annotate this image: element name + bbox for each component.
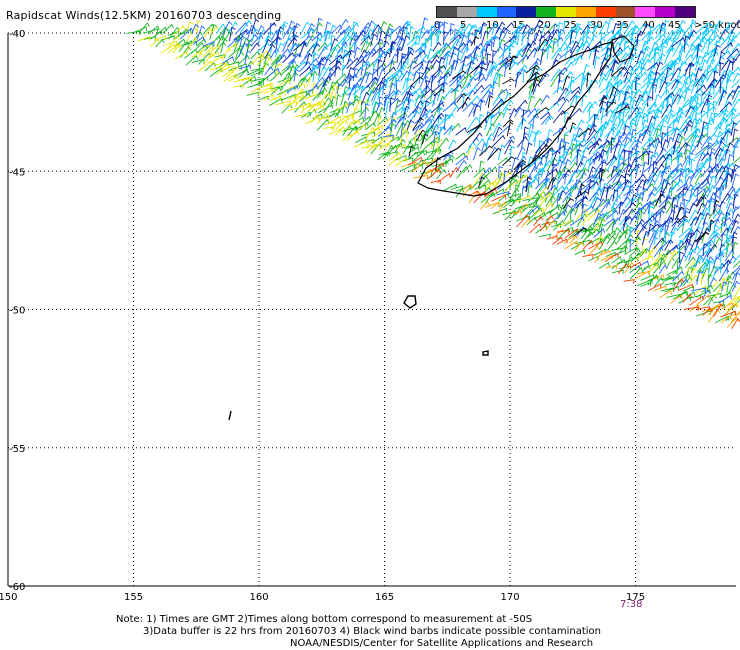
lon-tick-label: 150	[0, 592, 18, 603]
note-line-1: Note: 1) Times are GMT 2)Times along bot…	[116, 614, 533, 625]
lon-tick-label: 170	[501, 592, 520, 603]
macquarie-island	[228, 410, 232, 421]
lat-tick-label: -40	[9, 29, 25, 40]
small-island	[482, 350, 489, 356]
lon-tick-label: 160	[249, 592, 268, 603]
note-line-2: 3)Data buffer is 22 hrs from 20160703 4)…	[143, 626, 601, 637]
campbell-island	[403, 295, 417, 309]
axis-labels: 150 155 160 165 170 175-40-45-50-55-60	[0, 29, 645, 603]
wind-barbs	[126, 17, 740, 330]
lat-tick-label: -55	[9, 444, 25, 455]
lat-tick-label: -45	[9, 167, 25, 178]
note-line-3: NOAA/NESDIS/Center for Satellite Applica…	[290, 638, 594, 649]
lat-tick-label: -60	[9, 582, 25, 593]
wind-map: 150 155 160 165 170 175-40-45-50-55-60	[0, 17, 740, 603]
time-label: 7:38	[620, 599, 643, 610]
wind-barb-group	[126, 21, 740, 324]
lon-tick-label: 165	[375, 592, 394, 603]
lat-tick-label: -50	[9, 306, 25, 317]
lon-tick-label: 155	[124, 592, 143, 603]
